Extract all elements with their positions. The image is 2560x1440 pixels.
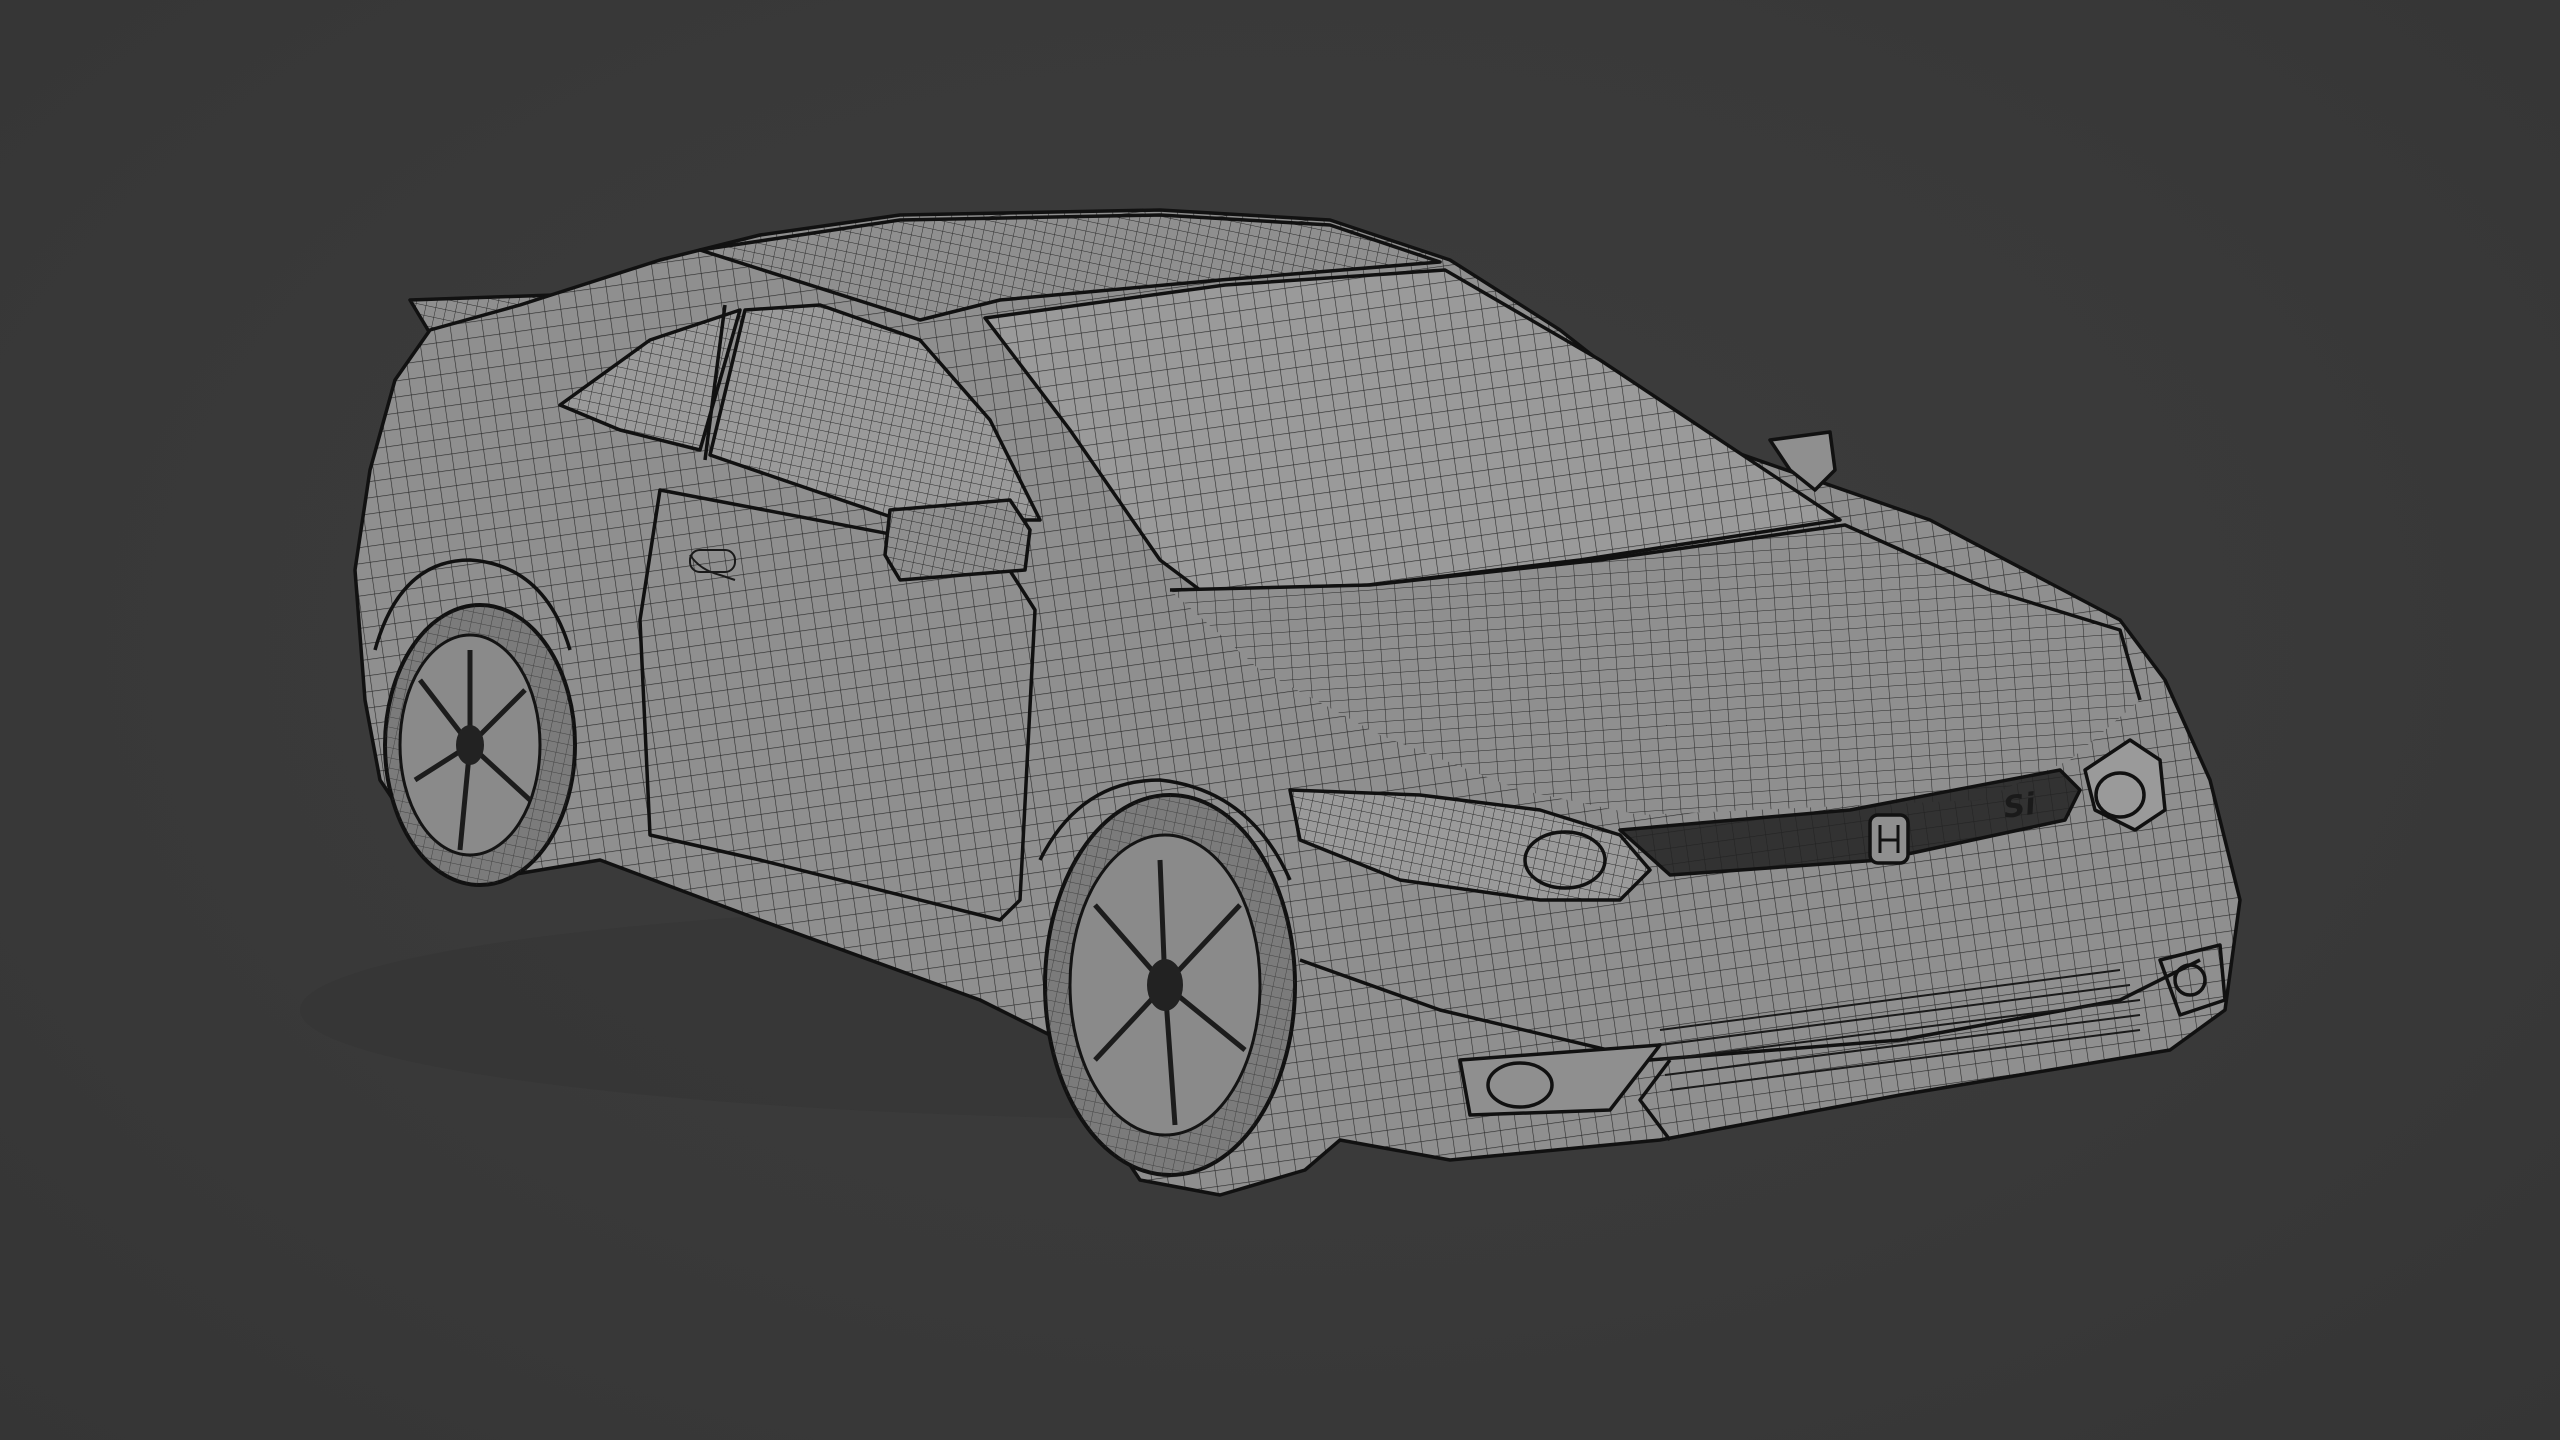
side-mirror[interactable]	[883, 498, 1032, 582]
rear-wheel[interactable]	[383, 603, 577, 887]
grille-badge: Si	[2001, 787, 2038, 826]
front-wheel[interactable]	[1043, 793, 1297, 1177]
honda-logo-icon	[1868, 813, 1910, 865]
car-wireframe-model[interactable]: Si	[0, 0, 2560, 1440]
3d-viewport[interactable]: Si	[0, 0, 2560, 1440]
